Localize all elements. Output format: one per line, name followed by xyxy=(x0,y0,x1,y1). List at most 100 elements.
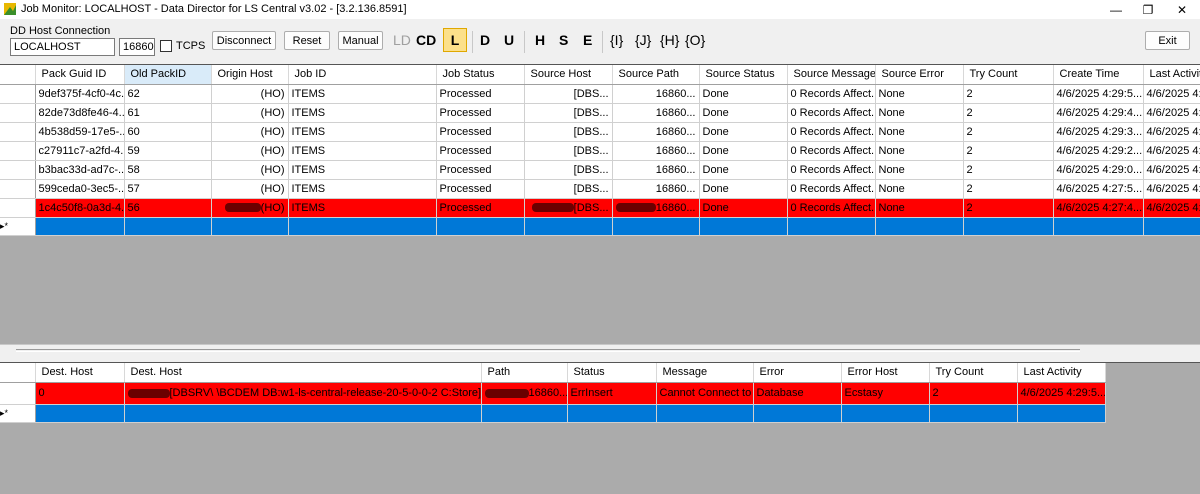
host-input[interactable]: LOCALHOST xyxy=(10,38,115,56)
cell-dest-host[interactable]: [DBSRV\ \BCDEM DB:w1-ls-central-release-… xyxy=(124,382,482,405)
cell-old-packid[interactable]: 57 xyxy=(124,179,212,199)
cell-try-count[interactable]: 2 xyxy=(963,103,1054,123)
cell-origin-host[interactable]: (HO) xyxy=(211,122,289,142)
cell-last-activity[interactable]: 4/6/2025 4:2 xyxy=(1143,198,1200,218)
cell-pack-guid[interactable]: c27911c7-a2fd-4... xyxy=(35,141,125,161)
cell-pack-guid[interactable]: b3bac33d-ad7c-... xyxy=(35,160,125,180)
cell-job-id[interactable]: ITEMS xyxy=(288,84,437,104)
exit-button[interactable]: Exit xyxy=(1145,31,1190,50)
col-header-status[interactable]: Status xyxy=(567,363,657,383)
cell-origin-host[interactable]: (HO) xyxy=(211,179,289,199)
cell-old-packid[interactable]: 61 xyxy=(124,103,212,123)
h-toggle[interactable]: H xyxy=(535,32,545,48)
cell-source-message[interactable]: 0 Records Affect... xyxy=(787,141,876,161)
cell-job-id[interactable]: ITEMS xyxy=(288,103,437,123)
close-button[interactable]: ✕ xyxy=(1166,0,1198,19)
cell-dest-id[interactable]: 0 xyxy=(35,382,125,405)
cell-last-activity[interactable]: 4/6/2025 4:2 xyxy=(1143,160,1200,180)
cell-source-host[interactable]: [DBS... xyxy=(524,198,613,218)
cell-pack-guid[interactable]: 82de73d8fe46-4... xyxy=(35,103,125,123)
row-header[interactable] xyxy=(0,141,36,161)
col-header-last-activity[interactable]: Last Activity xyxy=(1143,65,1200,85)
cell-source-path[interactable]: 16860... xyxy=(612,160,700,180)
cell-source-path[interactable]: 16860... xyxy=(612,141,700,161)
table-row[interactable]: 4b538d59-17e5-... 60 (HO) ITEMS Processe… xyxy=(0,122,1200,142)
row-header[interactable] xyxy=(0,84,36,104)
cell-source-error[interactable]: None xyxy=(875,122,964,142)
cell-create-time[interactable]: 4/6/2025 4:27:5... xyxy=(1053,179,1144,199)
cell-job-status[interactable]: Processed xyxy=(436,141,525,161)
col-header-dest-host-id[interactable]: Dest. Host xyxy=(35,363,125,383)
cell-source-path[interactable]: 16860... xyxy=(612,179,700,199)
cell-create-time[interactable]: 4/6/2025 4:29:0... xyxy=(1053,160,1144,180)
cell-create-time[interactable]: 4/6/2025 4:29:3... xyxy=(1053,122,1144,142)
col-header-error-host[interactable]: Error Host xyxy=(841,363,930,383)
cell-source-error[interactable]: None xyxy=(875,141,964,161)
cell-try-count[interactable]: 2 xyxy=(963,198,1054,218)
cell-try-count[interactable]: 2 xyxy=(929,382,1018,405)
row-header[interactable] xyxy=(0,198,36,218)
cell-source-host[interactable]: [DBS... xyxy=(524,179,613,199)
cell-source-message[interactable]: 0 Records Affect... xyxy=(787,103,876,123)
cell-source-status[interactable]: Done xyxy=(699,122,788,142)
cell-try-count[interactable]: 2 xyxy=(963,122,1054,142)
cell-old-packid[interactable]: 59 xyxy=(124,141,212,161)
cell-source-path[interactable]: 16860... xyxy=(612,198,700,218)
col-header-job-id[interactable]: Job ID xyxy=(288,65,437,85)
cell-source-message[interactable]: 0 Records Affect... xyxy=(787,84,876,104)
reset-button[interactable]: Reset xyxy=(284,31,330,50)
col-header-source-message[interactable]: Source Message xyxy=(787,65,876,85)
col-header-origin-host[interactable]: Origin Host xyxy=(211,65,289,85)
new-row-marker[interactable]: ▸* xyxy=(0,217,36,236)
cell-source-message[interactable]: 0 Records Affect... xyxy=(787,160,876,180)
cd-toggle[interactable]: CD xyxy=(416,32,436,48)
cell-last-activity[interactable]: 4/6/2025 4:2 xyxy=(1143,141,1200,161)
col-header-last-activity[interactable]: Last Activity xyxy=(1017,363,1106,383)
row-header[interactable] xyxy=(0,122,36,142)
cell-source-error[interactable]: None xyxy=(875,84,964,104)
cell-job-id[interactable]: ITEMS xyxy=(288,141,437,161)
col-header-try-count[interactable]: Try Count xyxy=(963,65,1054,85)
cell-pack-guid[interactable]: 4b538d59-17e5-... xyxy=(35,122,125,142)
cell-source-error[interactable]: None xyxy=(875,179,964,199)
cell-origin-host[interactable]: (HO) xyxy=(211,84,289,104)
port-input[interactable]: 16860 xyxy=(119,38,155,56)
cell-try-count[interactable]: 2 xyxy=(963,84,1054,104)
cell-path[interactable]: 16860... xyxy=(481,382,568,405)
cell-old-packid[interactable]: 56 xyxy=(124,198,212,218)
l-toggle[interactable]: L xyxy=(443,28,467,52)
cell-job-id[interactable]: ITEMS xyxy=(288,160,437,180)
table-row-error[interactable]: 1c4c50f8-0a3d-4... 56 (HO) ITEMS Process… xyxy=(0,198,1200,218)
j-brace-toggle[interactable]: {J} xyxy=(635,32,651,48)
cell-last-activity[interactable]: 4/6/2025 4:29:5... xyxy=(1017,382,1106,405)
cell-old-packid[interactable]: 58 xyxy=(124,160,212,180)
cell-old-packid[interactable]: 60 xyxy=(124,122,212,142)
tcps-checkbox[interactable] xyxy=(160,40,172,52)
cell-source-path[interactable]: 16860... xyxy=(612,84,700,104)
table-row[interactable]: b3bac33d-ad7c-... 58 (HO) ITEMS Processe… xyxy=(0,160,1200,180)
table-row[interactable]: 82de73d8fe46-4... 61 (HO) ITEMS Processe… xyxy=(0,103,1200,123)
cell-last-activity[interactable]: 4/6/2025 4:2 xyxy=(1143,84,1200,104)
table-row[interactable]: c27911c7-a2fd-4... 59 (HO) ITEMS Process… xyxy=(0,141,1200,161)
cell-try-count[interactable]: 2 xyxy=(963,160,1054,180)
panel-splitter[interactable] xyxy=(0,344,1200,362)
col-header-dest-host[interactable]: Dest. Host xyxy=(124,363,482,383)
cell-source-error[interactable]: None xyxy=(875,160,964,180)
cell-source-path[interactable]: 16860... xyxy=(612,122,700,142)
cell-pack-guid[interactable]: 1c4c50f8-0a3d-4... xyxy=(35,198,125,218)
cell-source-host[interactable]: [DBS... xyxy=(524,141,613,161)
row-header[interactable] xyxy=(0,103,36,123)
cell-try-count[interactable]: 2 xyxy=(963,141,1054,161)
disconnect-button[interactable]: Disconnect xyxy=(212,31,276,50)
cell-source-status[interactable]: Done xyxy=(699,141,788,161)
cell-source-message[interactable]: 0 Records Affect... xyxy=(787,179,876,199)
table-row-error[interactable]: 0 [DBSRV\ \BCDEM DB:w1-ls-central-releas… xyxy=(0,382,1106,405)
cell-old-packid[interactable]: 62 xyxy=(124,84,212,104)
new-row[interactable]: ▸* xyxy=(0,217,1200,236)
col-header-create-time[interactable]: Create Time xyxy=(1053,65,1144,85)
manual-button[interactable]: Manual xyxy=(338,31,383,50)
table-row[interactable]: 599ceda0-3ec5-... 57 (HO) ITEMS Processe… xyxy=(0,179,1200,199)
cell-source-status[interactable]: Done xyxy=(699,103,788,123)
row-header[interactable] xyxy=(0,160,36,180)
cell-source-status[interactable]: Done xyxy=(699,84,788,104)
